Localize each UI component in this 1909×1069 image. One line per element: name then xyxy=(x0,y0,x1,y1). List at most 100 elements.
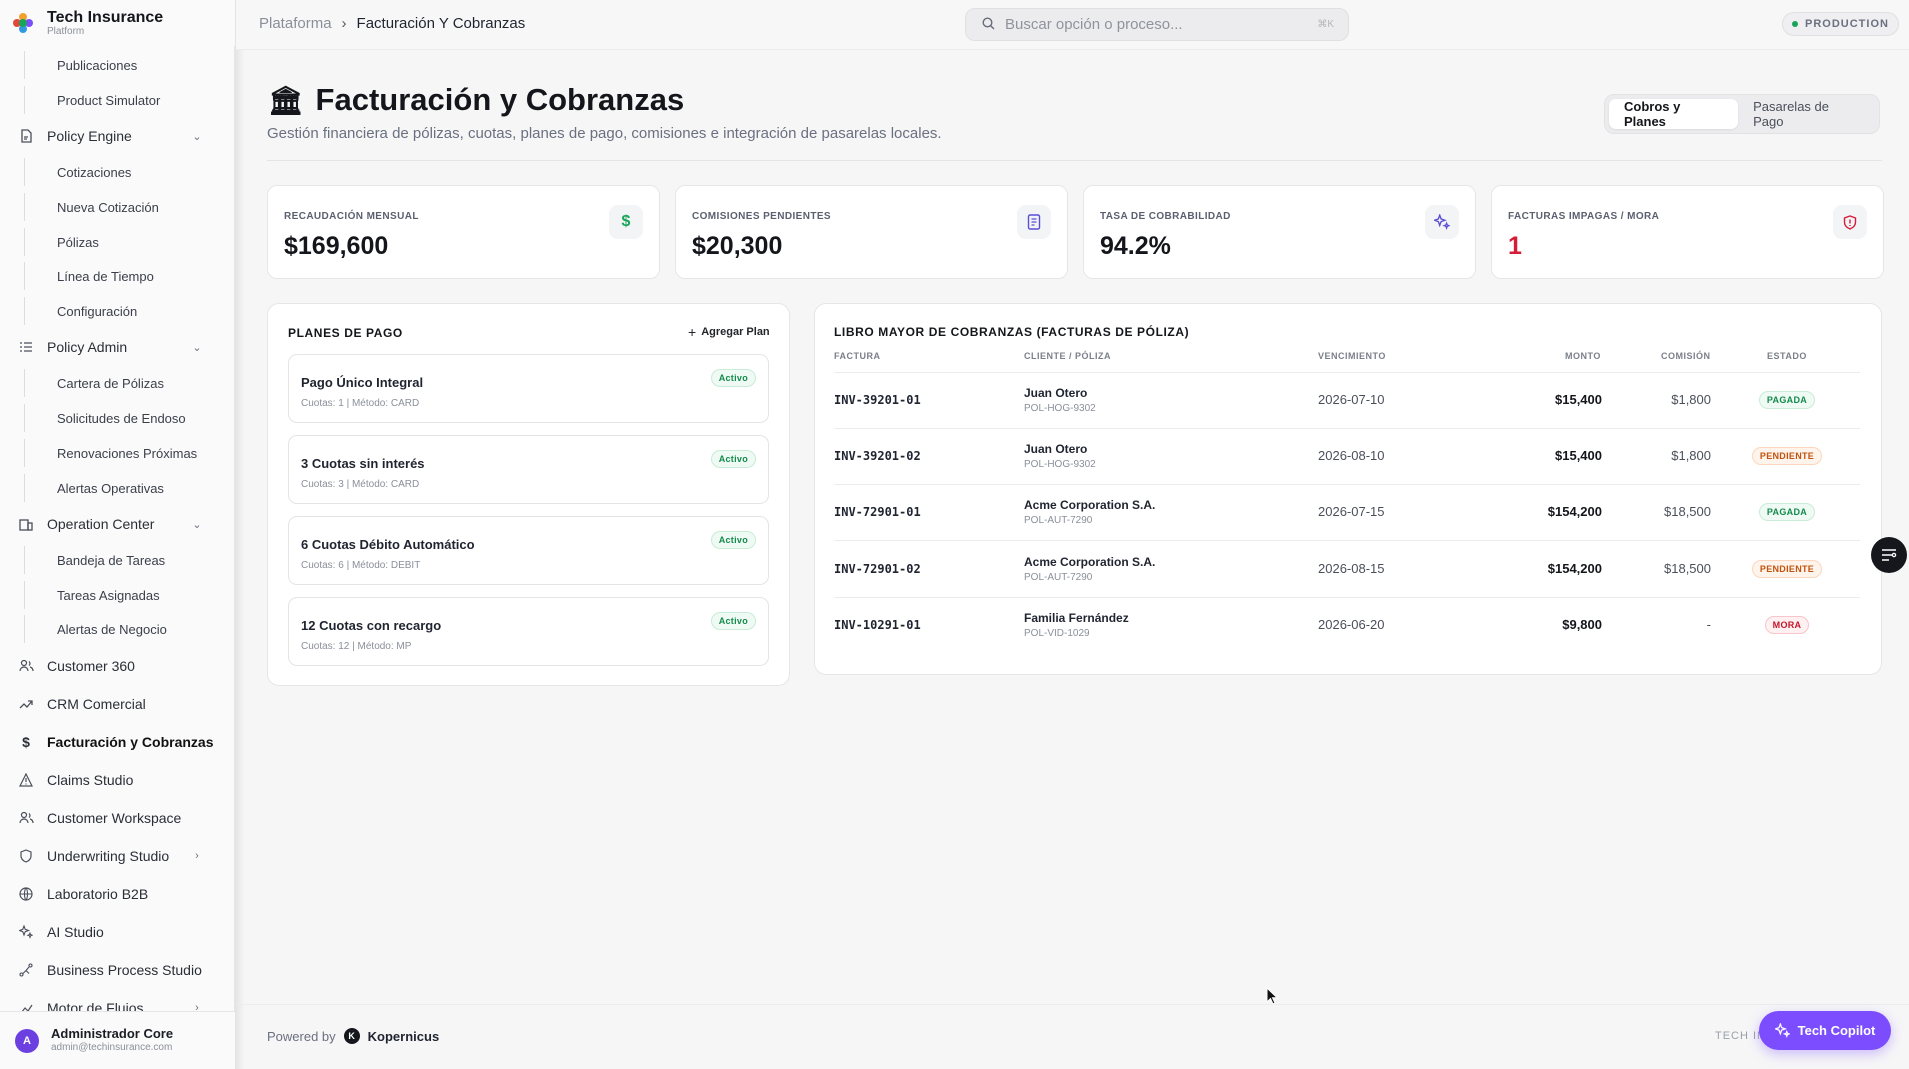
amount: $15,400 xyxy=(1555,392,1602,407)
receipt-icon xyxy=(1017,205,1051,239)
sidebar-item-label: Laboratorio B2B xyxy=(47,886,149,902)
sidebar: Tech Insurance Platform Publicaciones Pr… xyxy=(0,0,235,1069)
search-input[interactable]: Buscar opción o proceso... ⌘K xyxy=(965,8,1349,41)
sidebar-item-label: Policy Engine xyxy=(47,128,132,144)
policy-id: POL-HOG-9302 xyxy=(1024,459,1096,470)
plan-card[interactable]: 12 Cuotas con recargo Cuotas: 12 | Métod… xyxy=(288,597,769,666)
user-menu[interactable]: A Administrador Core admin@techinsurance… xyxy=(0,1011,235,1069)
plan-meta: Cuotas: 1 | Método: CARD xyxy=(301,398,420,409)
sparkle-icon xyxy=(1774,1023,1790,1038)
sidebar-item-product-simulator[interactable]: Product Simulator xyxy=(24,86,224,114)
sidebar-item-linea-de-tiempo[interactable]: Línea de Tiempo xyxy=(24,262,224,290)
sidebar-item-nueva-cotizacion[interactable]: Nueva Cotización xyxy=(24,193,224,221)
warning-icon xyxy=(18,772,34,788)
sidebar-item-polizas[interactable]: Pólizas xyxy=(24,228,224,256)
chevron-down-icon[interactable]: ⌄ xyxy=(191,130,203,143)
divider xyxy=(834,597,1860,598)
sidebar-item-alertas-negocio[interactable]: Alertas de Negocio xyxy=(24,615,224,643)
status-badge: Activo xyxy=(710,450,756,468)
dollar-icon: $ xyxy=(609,205,643,239)
status-badge: Activo xyxy=(710,369,756,387)
tab-pasarelas-de-pago[interactable]: Pasarelas de Pago xyxy=(1738,99,1875,129)
breadcrumb-root[interactable]: Plataforma xyxy=(259,15,332,32)
amount: $9,800 xyxy=(1562,617,1602,632)
invoice-id: INV-39201-01 xyxy=(834,393,921,407)
sidebar-item-underwriting[interactable]: Underwriting Studio › xyxy=(0,841,235,871)
sidebar-item-renovaciones[interactable]: Renovaciones Próximas xyxy=(24,439,224,467)
sidebar-item-label: Facturación y Cobranzas xyxy=(47,734,214,750)
bank-icon: 🏛 xyxy=(268,84,304,116)
add-plan-label: Agregar Plan xyxy=(701,326,770,338)
sidebar-item-bandeja[interactable]: Bandeja de Tareas xyxy=(24,546,224,574)
policy-id: POL-VID-1029 xyxy=(1024,628,1090,639)
chevron-down-icon[interactable]: ⌄ xyxy=(191,518,203,531)
sidebar-item-tareas-asignadas[interactable]: Tareas Asignadas xyxy=(24,581,224,609)
sidebar-item-policy-admin[interactable]: Policy Admin ⌄ xyxy=(0,332,235,362)
plan-name: 12 Cuotas con recargo xyxy=(301,618,442,633)
kpi-card-cobrabilidad: TASA DE COBRABILIDAD 94.2% xyxy=(1083,185,1476,279)
sidebar-item-cartera[interactable]: Cartera de Pólizas xyxy=(24,369,224,397)
tab-cobros-y-planes[interactable]: Cobros y Planes xyxy=(1609,99,1739,129)
add-plan-button[interactable]: + Agregar Plan xyxy=(688,324,770,340)
sidebar-item-ai-studio[interactable]: AI Studio xyxy=(0,917,235,947)
due-date: 2026-08-15 xyxy=(1318,561,1385,576)
invoice-id: INV-10291-01 xyxy=(834,618,921,632)
building-icon xyxy=(18,516,34,532)
company-name[interactable]: Kopernicus xyxy=(368,1029,440,1044)
sidebar-item-facturacion[interactable]: $ Facturación y Cobranzas xyxy=(0,727,235,757)
kpi-label: TASA DE COBRABILIDAD xyxy=(1100,211,1231,222)
sidebar-item-laboratorio-b2b[interactable]: Laboratorio B2B xyxy=(0,879,235,909)
status-badge: Activo xyxy=(710,612,756,630)
sidebar-item-publicaciones[interactable]: Publicaciones xyxy=(24,51,224,79)
client-name: Acme Corporation S.A. xyxy=(1024,498,1156,512)
sidebar-item-label: CRM Comercial xyxy=(47,696,146,712)
policy-id: POL-AUT-7290 xyxy=(1024,515,1093,526)
divider xyxy=(834,484,1860,485)
commission: $1,800 xyxy=(1671,448,1711,463)
page-title-text: Facturación y Cobranzas xyxy=(315,82,685,117)
sidebar-item-customer-workspace[interactable]: Customer Workspace xyxy=(0,803,235,833)
breadcrumb: Plataforma › Facturación Y Cobranzas xyxy=(259,15,525,32)
sidebar-item-endoso[interactable]: Solicitudes de Endoso xyxy=(24,404,224,432)
flow-icon xyxy=(18,1000,34,1011)
chevron-down-icon[interactable]: ⌄ xyxy=(191,341,203,354)
plus-icon: + xyxy=(688,324,697,340)
sidebar-item-customer-360[interactable]: Customer 360 xyxy=(0,651,235,681)
plan-card[interactable]: Pago Único Integral Cuotas: 1 | Método: … xyxy=(288,354,769,423)
sparkle-icon xyxy=(1425,205,1459,239)
kpi-label: FACTURAS IMPAGAS / MORA xyxy=(1508,211,1660,222)
kpi-label: COMISIONES PENDIENTES xyxy=(692,211,831,222)
filter-panel-button[interactable] xyxy=(1871,537,1907,573)
sidebar-item-claims-studio[interactable]: Claims Studio xyxy=(0,765,235,795)
plan-card[interactable]: 6 Cuotas Débito Automático Cuotas: 6 | M… xyxy=(288,516,769,585)
sidebar-item-label: Business Process Studio xyxy=(47,962,202,978)
chevron-right-icon[interactable]: › xyxy=(191,1002,203,1011)
brand-name: Tech Insurance xyxy=(47,9,164,26)
sidebar-item-operation-center[interactable]: Operation Center ⌄ xyxy=(0,509,235,539)
chevron-right-icon[interactable]: › xyxy=(191,850,203,862)
sidebar-item-cotizaciones[interactable]: Cotizaciones xyxy=(24,158,224,186)
divider xyxy=(267,160,1882,161)
plan-card[interactable]: 3 Cuotas sin interés Cuotas: 3 | Método:… xyxy=(288,435,769,504)
sidebar-item-policy-engine[interactable]: Policy Engine ⌄ xyxy=(0,121,235,151)
brand[interactable]: Tech Insurance Platform xyxy=(0,0,235,46)
policy-id: POL-HOG-9302 xyxy=(1024,403,1096,414)
sidebar-item-label: Underwriting Studio xyxy=(47,848,170,864)
sidebar-item-alertas-operativas[interactable]: Alertas Operativas xyxy=(24,474,224,502)
plan-name: Pago Único Integral xyxy=(301,375,424,390)
view-tabs: Cobros y Planes Pasarelas de Pago xyxy=(1604,94,1880,134)
status-badge: MORA xyxy=(1764,616,1810,634)
commission: $18,500 xyxy=(1664,561,1711,576)
column-header: FACTURA xyxy=(834,351,881,361)
kpi-label: RECAUDACIÓN MENSUAL xyxy=(284,211,419,222)
sidebar-item-crm-comercial[interactable]: CRM Comercial xyxy=(0,689,235,719)
sidebar-item-bps[interactable]: Business Process Studio xyxy=(0,955,235,985)
sidebar-item-configuracion[interactable]: Configuración xyxy=(24,297,224,325)
sidebar-item-motor-flujos[interactable]: Motor de Flujos › xyxy=(0,993,235,1011)
tech-copilot-button[interactable]: Tech Copilot xyxy=(1759,1011,1891,1050)
powered-by-label: Powered by xyxy=(267,1028,336,1044)
amount: $154,200 xyxy=(1547,561,1602,576)
shield-alert-icon xyxy=(1833,205,1867,239)
breadcrumb-current: Facturación Y Cobranzas xyxy=(356,15,526,32)
sidebar-item-label: Policy Admin xyxy=(47,339,128,355)
